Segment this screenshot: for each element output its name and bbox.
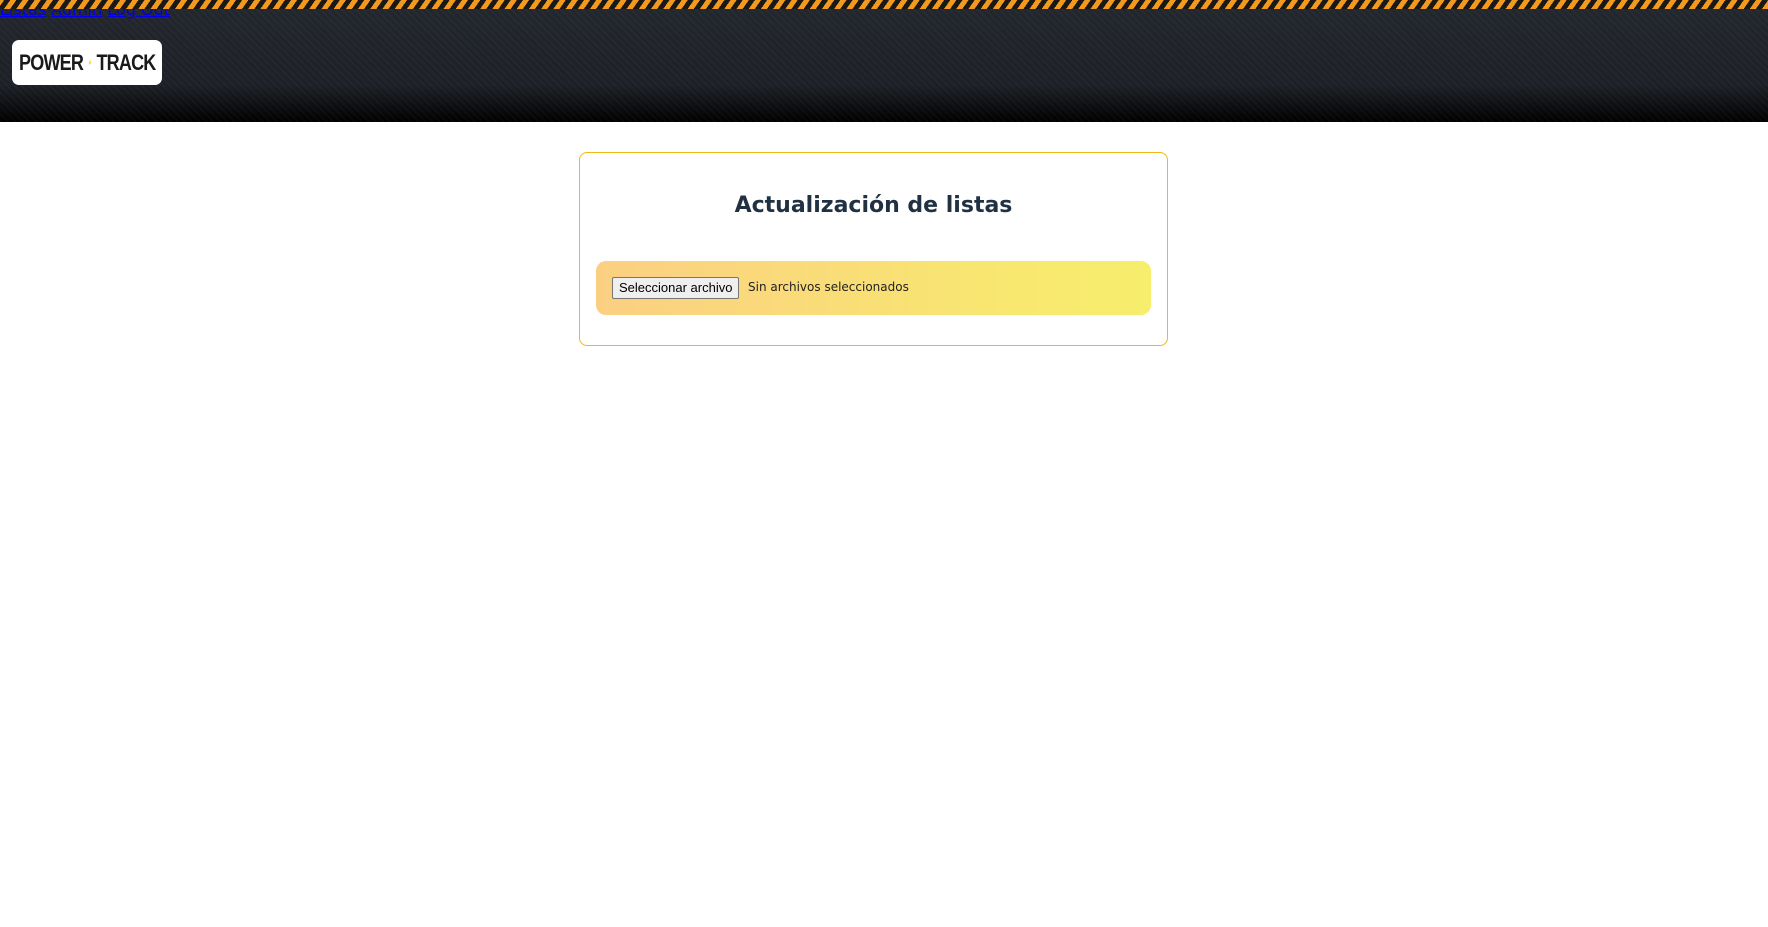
top-navbar: POWER TRACK Listas Admin Log Out — [0, 0, 1768, 122]
power-track-logo[interactable]: POWER TRACK — [12, 40, 162, 85]
logo-text-right: TRACK — [96, 49, 156, 75]
file-status-text: Sin archivos seleccionados — [748, 280, 909, 294]
file-upload-area: Seleccionar archivo Sin archivos selecci… — [596, 261, 1151, 315]
list-update-card: Actualización de listas Seleccionar arch… — [579, 152, 1168, 346]
page-title: Actualización de listas — [734, 193, 1013, 218]
lightning-bolt-icon — [88, 59, 92, 66]
hazard-stripe — [0, 0, 1768, 9]
select-file-button[interactable]: Seleccionar archivo — [612, 277, 740, 299]
logo-text-left: POWER — [19, 49, 84, 75]
